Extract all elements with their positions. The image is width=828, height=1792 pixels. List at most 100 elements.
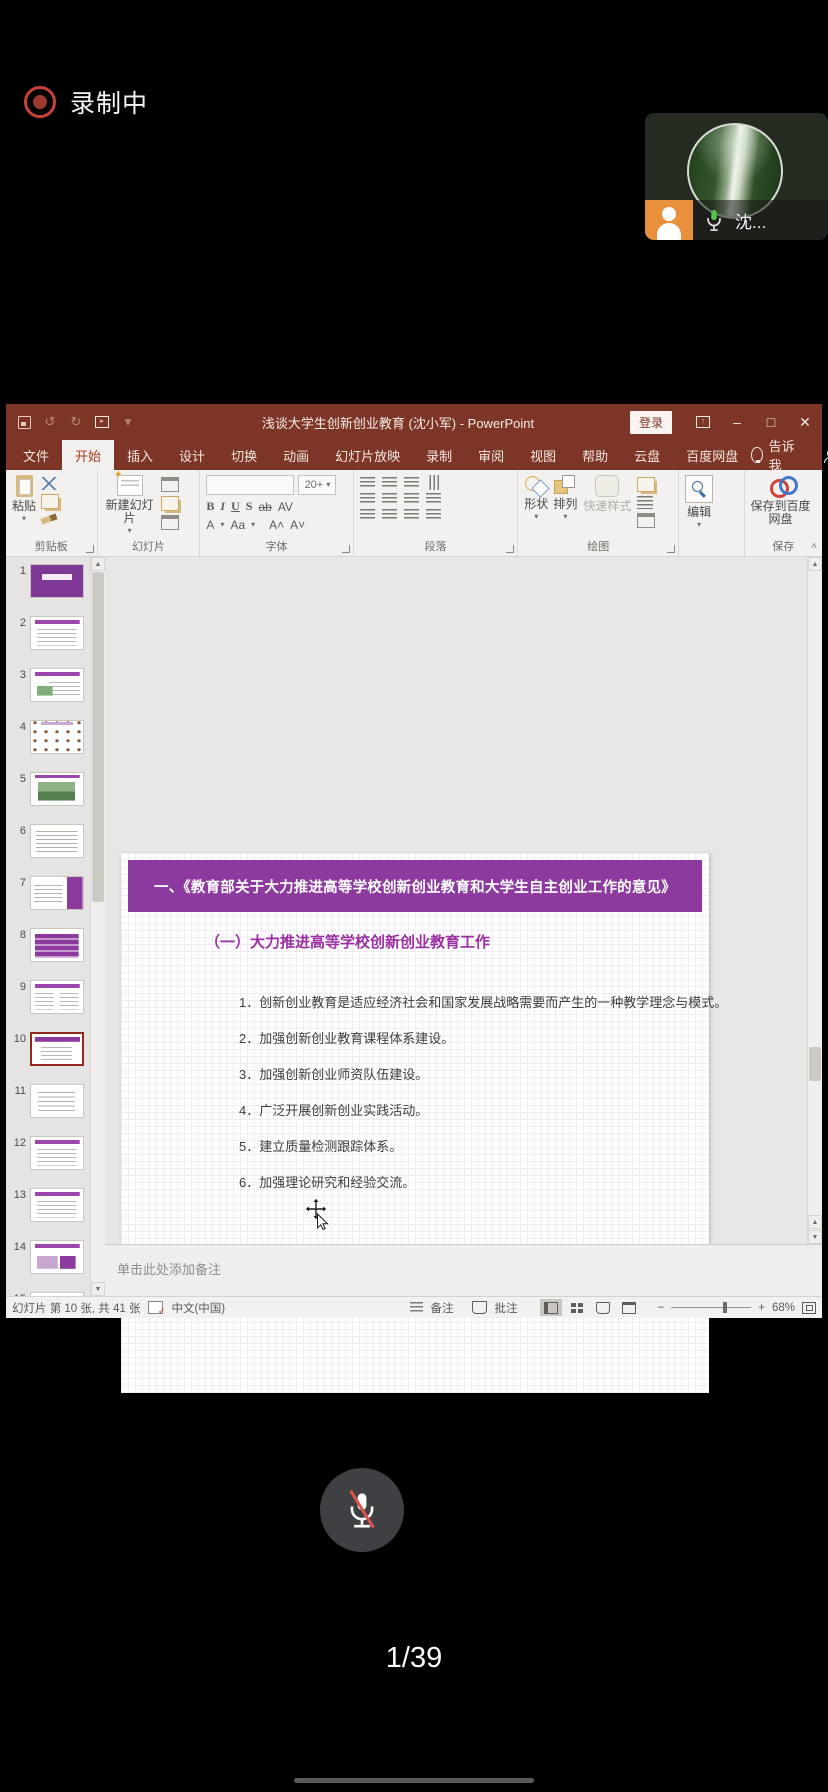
shrink-font-button[interactable]: A˅ — [290, 518, 305, 532]
zoom-level[interactable]: 68% — [772, 1302, 795, 1314]
copy-icon[interactable] — [41, 494, 59, 509]
line-spacing-icon[interactable] — [404, 477, 419, 488]
tab-云盘[interactable]: 云盘 — [621, 440, 673, 470]
slide-thumbnail-7[interactable] — [30, 876, 84, 910]
next-slide-icon[interactable]: ▼ — [808, 1230, 822, 1244]
edit-button[interactable]: 编辑▾ — [685, 475, 713, 540]
tab-视图[interactable]: 视图 — [517, 440, 569, 470]
save-icon[interactable] — [16, 414, 32, 430]
reading-view-button[interactable] — [592, 1299, 614, 1316]
slide-sorter-view-button[interactable] — [566, 1299, 588, 1316]
zoom-slider[interactable] — [671, 1307, 751, 1309]
change-case-button[interactable]: Aa — [230, 518, 245, 532]
slide-thumbnail-9[interactable] — [30, 980, 84, 1014]
font-size-select[interactable]: 20+▾ — [298, 475, 336, 495]
quick-styles-button[interactable]: 快速样式 — [582, 475, 632, 540]
slideshow-view-button[interactable] — [618, 1299, 640, 1316]
normal-view-button[interactable] — [540, 1299, 562, 1316]
increase-indent-icon[interactable] — [382, 493, 397, 504]
tab-幻灯片放映[interactable]: 幻灯片放映 — [322, 440, 413, 470]
tab-插入[interactable]: 插入 — [114, 440, 166, 470]
slide-thumbnail-11[interactable] — [30, 1084, 84, 1118]
tab-动画[interactable]: 动画 — [270, 440, 322, 470]
thumb-scroll-up-icon[interactable]: ▲ — [91, 557, 105, 571]
editor-scroll-up-icon[interactable]: ▲ — [808, 557, 822, 571]
redo-icon[interactable]: ↻ — [68, 414, 84, 430]
underline-button[interactable]: U — [231, 499, 240, 514]
slide-thumbnail-1[interactable] — [30, 564, 84, 598]
bullets-icon[interactable] — [360, 477, 375, 488]
recording-indicator[interactable]: 录制中 — [24, 84, 148, 120]
font-name-select[interactable] — [206, 475, 294, 495]
numbering-icon[interactable] — [382, 477, 397, 488]
customize-qat-icon[interactable]: ▾ — [120, 414, 136, 430]
justify-icon[interactable] — [426, 509, 441, 520]
slide-body-text[interactable]: 1．创新创业教育是适应经济社会和国家发展战略需要而产生的一种教学理念与模式。2．… — [239, 985, 695, 1201]
align-right-icon[interactable] — [404, 509, 419, 520]
fit-to-window-icon[interactable] — [802, 1302, 816, 1314]
minimize-button[interactable]: – — [720, 404, 754, 440]
shadow-button[interactable]: S — [246, 499, 253, 514]
tab-百度网盘[interactable]: 百度网盘 — [673, 440, 751, 470]
maximize-button[interactable]: □ — [754, 404, 788, 440]
tab-文件[interactable]: 文件 — [10, 440, 62, 470]
slide-thumbnail-3[interactable] — [30, 668, 84, 702]
paste-button[interactable]: 粘贴▾ — [12, 475, 36, 540]
close-button[interactable]: ✕ — [788, 404, 822, 440]
reset-slide-icon[interactable] — [161, 496, 179, 511]
previous-slide-icon[interactable]: ▲ — [808, 1215, 822, 1229]
start-from-beginning-icon[interactable]: ▸ — [94, 414, 110, 430]
mic-muted-button[interactable] — [320, 1468, 404, 1552]
bold-button[interactable]: B — [206, 499, 214, 514]
slide-thumbnail-4[interactable] — [30, 720, 84, 754]
clipboard-dialog-launcher[interactable] — [86, 545, 94, 553]
zoom-in-button[interactable]: + — [758, 1302, 765, 1314]
participant-video-tile[interactable]: 沈... — [645, 113, 828, 240]
shape-outline-icon[interactable] — [637, 496, 653, 509]
slide-thumbnail-12[interactable] — [30, 1136, 84, 1170]
tab-帮助[interactable]: 帮助 — [569, 440, 621, 470]
shape-fill-icon[interactable] — [637, 477, 655, 492]
comments-toggle[interactable]: 批注 — [495, 1300, 518, 1316]
align-left-icon[interactable] — [360, 509, 375, 520]
cut-icon[interactable] — [41, 477, 57, 490]
slide-thumbnail-2[interactable] — [30, 616, 84, 650]
arrange-button[interactable]: 排列▾ — [553, 475, 577, 540]
editor-scrollbar[interactable]: ▲ ▲ ▼ — [807, 557, 822, 1244]
notes-toggle[interactable]: 备注 — [431, 1300, 454, 1316]
slide-thumbnail-6[interactable] — [30, 824, 84, 858]
slide-thumbnail-5[interactable] — [30, 772, 84, 806]
decrease-indent-icon[interactable] — [360, 493, 375, 504]
grow-font-button[interactable]: A˄ — [269, 518, 284, 532]
slide-layout-icon[interactable] — [161, 477, 179, 492]
notes-pane[interactable]: 单击此处添加备注 — [105, 1244, 822, 1296]
format-painter-icon[interactable] — [40, 513, 57, 524]
tab-审阅[interactable]: 审阅 — [465, 440, 517, 470]
strikethrough-button[interactable]: ab — [258, 500, 271, 514]
undo-icon[interactable]: ↺ — [42, 414, 58, 430]
text-direction-icon[interactable] — [428, 475, 439, 490]
tab-设计[interactable]: 设计 — [166, 440, 218, 470]
home-indicator[interactable] — [294, 1778, 534, 1783]
font-color-button[interactable]: A — [206, 518, 214, 532]
add-columns-icon[interactable] — [404, 493, 419, 504]
slide-thumbnail-13[interactable] — [30, 1188, 84, 1222]
new-slide-button[interactable]: 新建幻灯片▾ — [104, 475, 156, 540]
spellcheck-icon[interactable] — [148, 1301, 163, 1314]
drawing-dialog-launcher[interactable] — [667, 545, 675, 553]
slide-subtitle[interactable]: （一）大力推进高等学校创新创业教育工作 — [205, 931, 490, 952]
login-button[interactable]: 登录 — [630, 411, 672, 434]
ribbon-display-options-icon[interactable]: ↑ — [686, 404, 720, 440]
char-spacing-button[interactable]: AV — [278, 500, 293, 514]
thumb-scroll-down-icon[interactable]: ▼ — [91, 1282, 105, 1296]
italic-button[interactable]: I — [220, 499, 225, 514]
language-status[interactable]: 中文(中国) — [171, 1300, 225, 1316]
slide-number-status[interactable]: 幻灯片 第 10 张, 共 41 张 — [12, 1300, 140, 1316]
slide-thumbnail-14[interactable] — [30, 1240, 84, 1274]
collapse-ribbon-icon[interactable]: ˄ — [811, 541, 817, 552]
font-dialog-launcher[interactable] — [342, 545, 350, 553]
align-center-icon[interactable] — [382, 509, 397, 520]
zoom-out-button[interactable]: − — [658, 1302, 665, 1314]
slide-thumbnail-10[interactable] — [30, 1032, 84, 1066]
tab-录制[interactable]: 录制 — [413, 440, 465, 470]
